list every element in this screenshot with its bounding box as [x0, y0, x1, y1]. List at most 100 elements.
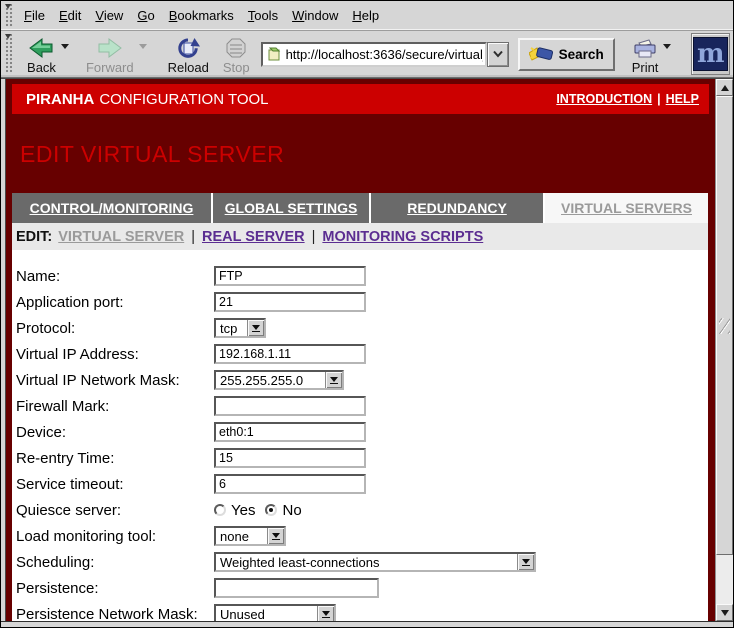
tab-control-monitoring[interactable]: CONTROL/MONITORING — [12, 193, 211, 223]
device-row: Device: — [12, 419, 708, 445]
dropdown-arrow-icon — [325, 372, 342, 388]
re-entry-time-row: Re-entry Time: — [12, 445, 708, 471]
scroll-up-button[interactable] — [716, 79, 733, 96]
protocol-row: Protocol: tcp — [12, 315, 708, 341]
application-port-input[interactable] — [214, 292, 366, 312]
location-bar — [261, 42, 509, 67]
menubar-grippy-handle[interactable] — [4, 4, 13, 27]
forward-dropdown-arrow — [139, 44, 147, 49]
menu-tools[interactable]: Tools — [241, 6, 285, 25]
menu-edit[interactable]: Edit — [52, 6, 88, 25]
menu-view[interactable]: View — [88, 6, 130, 25]
stop-icon — [225, 36, 247, 60]
dropdown-arrow-icon — [317, 606, 334, 621]
toolbar-grippy-handle[interactable] — [4, 34, 12, 74]
back-label: Back — [27, 60, 56, 75]
subnav-virtual-server[interactable]: VIRTUAL SERVER — [58, 229, 184, 245]
service-timeout-label: Service timeout: — [16, 476, 214, 493]
help-link[interactable]: HELP — [666, 92, 699, 106]
virtual-ip-network-mask-select[interactable]: 255.255.255.0 — [214, 370, 344, 390]
quiesce-server-row: Quiesce server:YesNo — [12, 497, 708, 523]
brand-rest: CONFIGURATION TOOL — [99, 91, 268, 108]
reload-button[interactable]: Reload — [165, 32, 212, 76]
service-timeout-input[interactable] — [214, 474, 366, 494]
virtual-ip-address-row: Virtual IP Address: — [12, 341, 708, 367]
mozilla-logo[interactable]: m — [691, 33, 730, 75]
print-button[interactable]: Print — [629, 32, 662, 76]
scheduling-row: Scheduling:Weighted least-connections — [12, 549, 708, 575]
stop-label: Stop — [223, 60, 250, 75]
scheduling-select[interactable]: Weighted least-connections — [214, 552, 536, 572]
back-dropdown-arrow[interactable] — [61, 44, 69, 49]
content-panel: CONTROL/MONITORING GLOBAL SETTINGS REDUNDA… — [12, 193, 708, 621]
menu-items: FileEditViewGoBookmarksToolsWindowHelp — [17, 6, 386, 25]
back-icon — [28, 36, 54, 60]
re-entry-time-input[interactable] — [214, 448, 366, 468]
search-label: Search — [559, 47, 604, 62]
tab-virtual-servers[interactable]: VIRTUAL SERVERS — [545, 193, 708, 223]
scrollbar-track[interactable] — [716, 555, 733, 604]
menu-bookmarks[interactable]: Bookmarks — [162, 6, 241, 25]
header-links: INTRODUCTION | HELP — [556, 92, 699, 106]
reload-icon — [176, 36, 200, 60]
forward-icon — [97, 36, 123, 60]
tab-redundancy[interactable]: REDUNDANCY — [371, 193, 543, 223]
subnav-real-server[interactable]: REAL SERVER — [202, 229, 305, 245]
dropdown-arrow-icon — [267, 528, 284, 544]
protocol-select[interactable]: tcp — [214, 318, 266, 338]
mozilla-m-icon: m — [693, 37, 728, 71]
menu-help[interactable]: Help — [345, 6, 386, 25]
tab-label: REDUNDANCY — [407, 200, 507, 216]
url-input[interactable] — [286, 47, 483, 62]
tab-label: CONTROL/MONITORING — [30, 200, 194, 216]
load-monitoring-tool-label: Load monitoring tool: — [16, 528, 214, 545]
protocol-selected-value: tcp — [220, 321, 237, 336]
link-separator: | — [657, 92, 661, 106]
persistence-label: Persistence: — [16, 580, 214, 597]
page-title: EDIT VIRTUAL SERVER — [20, 141, 715, 168]
quiesce-server-no-radio[interactable] — [265, 504, 277, 516]
quiesce-server-yes-label: Yes — [231, 502, 255, 519]
persistence-network-mask-select[interactable]: Unused — [214, 604, 336, 621]
piranha-page: PIRANHA CONFIGURATION TOOL INTRODUCTION … — [1, 79, 715, 621]
scrollbar-thumb[interactable] — [716, 96, 733, 555]
scroll-down-button[interactable] — [716, 604, 733, 621]
load-monitoring-tool-select[interactable]: none — [214, 526, 286, 546]
persistence-input[interactable] — [214, 578, 379, 598]
device-input[interactable] — [214, 422, 366, 442]
introduction-link[interactable]: INTRODUCTION — [556, 92, 652, 106]
tab-bar: CONTROL/MONITORING GLOBAL SETTINGS REDUNDA… — [12, 193, 708, 223]
firewall-mark-input[interactable] — [214, 396, 366, 416]
menu-file[interactable]: File — [17, 6, 52, 25]
search-button[interactable]: Search — [518, 38, 615, 71]
persistence-network-mask-selected-value: Unused — [220, 607, 265, 622]
forward-button: Forward — [83, 32, 137, 76]
menu-window[interactable]: Window — [285, 6, 345, 25]
vertical-scrollbar — [715, 79, 733, 621]
back-button[interactable]: Back — [24, 32, 59, 76]
subnav-monitoring-scripts[interactable]: MONITORING SCRIPTS — [322, 229, 483, 245]
quiesce-server-yes-radio[interactable] — [214, 504, 226, 516]
name-input[interactable] — [214, 266, 366, 286]
search-icon — [529, 46, 554, 63]
menu-go[interactable]: Go — [130, 6, 161, 25]
tab-global-settings[interactable]: GLOBAL SETTINGS — [213, 193, 369, 223]
url-field[interactable] — [261, 42, 487, 67]
firewall-mark-row: Firewall Mark: — [12, 393, 708, 419]
protocol-label: Protocol: — [16, 320, 214, 337]
url-dropdown-button[interactable] — [487, 42, 509, 67]
application-port-row: Application port: — [12, 289, 708, 315]
tab-label: GLOBAL SETTINGS — [225, 200, 358, 216]
dropdown-arrow-icon — [517, 554, 534, 570]
virtual-ip-address-input[interactable] — [214, 344, 366, 364]
virtual-server-form: Name:Application port:Protocol:tcpVirtua… — [12, 250, 708, 621]
firewall-mark-label: Firewall Mark: — [16, 398, 214, 415]
piranha-header-band: PIRANHA CONFIGURATION TOOL INTRODUCTION … — [12, 84, 709, 114]
forward-label: Forward — [86, 60, 134, 75]
print-dropdown-arrow[interactable] — [663, 44, 671, 49]
edit-prefix: EDIT: — [16, 229, 52, 245]
brand-bold: PIRANHA — [26, 91, 94, 108]
virtual-ip-network-mask-row: Virtual IP Network Mask:255.255.255.0 — [12, 367, 708, 393]
reload-label: Reload — [168, 60, 209, 75]
application-port-label: Application port: — [16, 294, 214, 311]
